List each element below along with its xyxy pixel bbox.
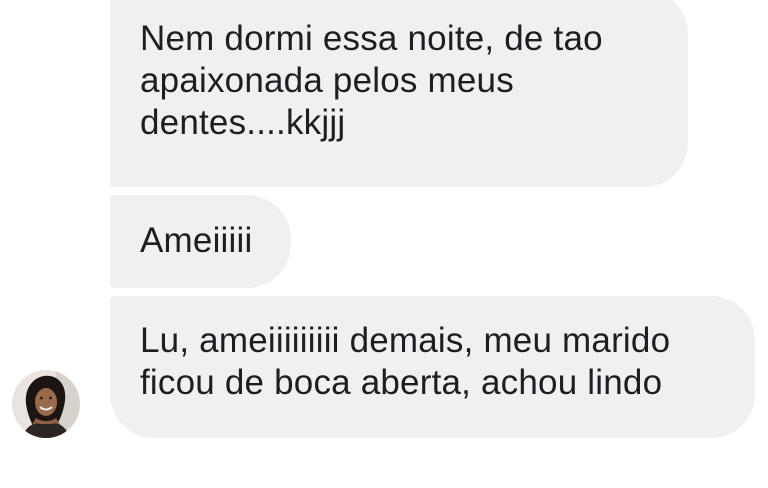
message-bubble[interactable]: Nem dormi essa noite, de tao apaixonada … [110, 0, 688, 187]
message-thread: Nem dormi essa noite, de tao apaixonada … [0, 0, 768, 488]
profile-photo-icon [12, 370, 80, 438]
message-bubble[interactable]: Ameiiiii [110, 195, 291, 288]
message-bubble[interactable]: Lu, ameiiiiiiiii demais, meu marido fico… [110, 296, 755, 438]
sender-avatar[interactable] [12, 370, 80, 438]
